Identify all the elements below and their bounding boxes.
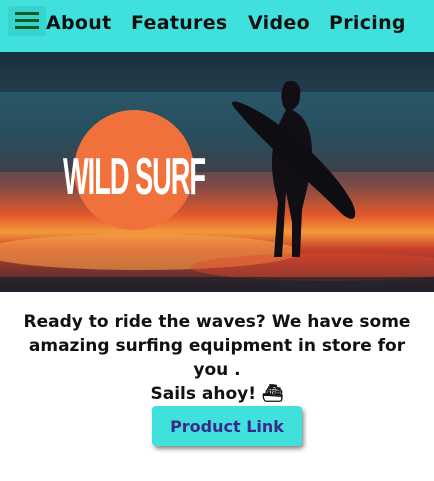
- logo-text: WILD SURF: [63, 148, 205, 206]
- hamburger-menu-icon[interactable]: [8, 6, 46, 36]
- tagline-line-2: amazing surfing equipment in store for y…: [28, 336, 406, 380]
- hero-image: WILD SURF: [0, 52, 434, 292]
- nav-link-pricing[interactable]: Pricing: [329, 12, 406, 34]
- tagline: Ready to ride the waves? We have some am…: [18, 310, 416, 406]
- tagline-line-3: Sails ahoy! ⛴: [18, 382, 416, 406]
- tagline-line-3-text: Sails ahoy!: [150, 384, 256, 404]
- nav-link-features[interactable]: Features: [131, 12, 228, 34]
- top-navbar: About Features Video Pricing: [0, 0, 434, 52]
- tagline-line-1: Ready to ride the waves? We have some: [23, 312, 411, 332]
- nav-link-about[interactable]: About: [46, 12, 111, 34]
- ship-icon: ⛴: [261, 384, 284, 404]
- product-link-button[interactable]: Product Link: [152, 406, 302, 446]
- nav-link-video[interactable]: Video: [248, 12, 310, 34]
